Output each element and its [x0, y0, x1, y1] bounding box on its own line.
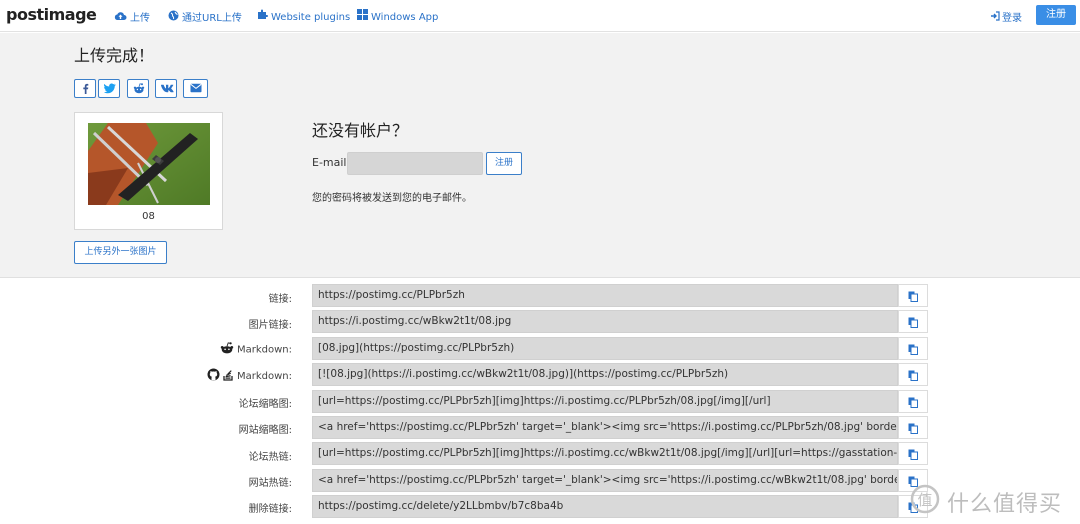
register-button[interactable]: 注册: [486, 152, 522, 175]
copy-website-thumbnail-button[interactable]: [898, 416, 928, 439]
twitter-icon: [104, 83, 116, 94]
copy-icon: [908, 291, 918, 302]
signup-button[interactable]: 注册: [1036, 5, 1076, 25]
github-icon: [207, 368, 220, 384]
markdown-reddit-label-text: Markdown:: [236, 344, 292, 356]
website-thumbnail-label: 网站缩略图:: [238, 425, 292, 436]
nav-website-plugins[interactable]: Website plugins: [257, 9, 350, 23]
copy-icon: [908, 397, 918, 408]
watermark: 值 什么值得买: [905, 484, 1075, 517]
copy-icon: [908, 423, 918, 434]
password-note: 您的密码将被发送到您的电子邮件。: [312, 193, 472, 204]
share-email-button[interactable]: [183, 79, 208, 98]
top-navbar: postimage 上传 通过URL上传 Website plugins Win…: [0, 0, 1080, 32]
copy-icon: [908, 317, 918, 328]
share-twitter-button[interactable]: [98, 79, 120, 98]
link-field[interactable]: https://postimg.cc/PLPbr5zh: [312, 284, 898, 307]
svg-text:值: 值: [917, 491, 932, 509]
watermark-text: 什么值得买: [947, 492, 1063, 517]
vk-icon: [161, 84, 174, 93]
email-label: E-mail:: [312, 156, 351, 169]
copy-forum-hotlink-button[interactable]: [898, 442, 928, 465]
markdown-github-field[interactable]: [![08.jpg](https://i.postimg.cc/wBkw2t1t…: [312, 363, 898, 386]
windows-icon: [357, 9, 368, 23]
copy-icon: [908, 370, 918, 381]
nav-windows-app[interactable]: Windows App: [357, 9, 438, 23]
share-reddit-button[interactable]: [127, 79, 149, 98]
login-label: 登录: [1002, 13, 1022, 24]
thumbnail-filename: 08: [142, 211, 155, 222]
puzzle-icon: [257, 9, 268, 23]
nav-upload[interactable]: 上传: [114, 9, 150, 24]
website-hotlink-label: 网站热链:: [248, 478, 292, 489]
delete-link-field[interactable]: https://postimg.cc/delete/y2LLbmbv/b7c8b…: [312, 495, 898, 518]
forum-thumbnail-label: 论坛缩略图:: [238, 399, 292, 410]
image-link-field[interactable]: https://i.postimg.cc/wBkw2t1t/08.jpg: [312, 310, 898, 333]
website-hotlink-field[interactable]: <a href='https://postimg.cc/PLPbr5zh' ta…: [312, 469, 898, 492]
no-account-heading: 还没有帐户？: [312, 121, 409, 140]
copy-icon: [908, 449, 918, 460]
copy-forum-thumbnail-button[interactable]: [898, 390, 928, 413]
nav-url-upload[interactable]: 通过URL上传: [168, 9, 242, 24]
markdown-reddit-field[interactable]: [08.jpg](https://postimg.cc/PLPbr5zh): [312, 337, 898, 360]
copy-icon: [908, 344, 918, 355]
watermark-logo-icon: 值: [910, 484, 940, 514]
uploaded-image-thumbnail[interactable]: [88, 123, 210, 205]
nav-website-plugins-label: Website plugins: [271, 12, 351, 23]
link-label: 链接:: [268, 294, 292, 305]
delete-link-label: 删除链接:: [248, 504, 292, 515]
share-facebook-button[interactable]: [74, 79, 96, 98]
markdown-github-label-text: Markdown:: [236, 371, 292, 382]
copy-image-link-button[interactable]: [898, 310, 928, 333]
login-link[interactable]: 登录: [990, 9, 1022, 24]
logo[interactable]: postimage: [6, 5, 97, 24]
forum-hotlink-label: 论坛热链:: [248, 452, 292, 463]
reddit-icon: [133, 83, 145, 94]
facebook-icon: [83, 83, 89, 94]
markdown-github-label: Markdown:: [207, 368, 292, 384]
email-field[interactable]: [347, 152, 483, 175]
forum-thumbnail-field[interactable]: [url=https://postimg.cc/PLPbr5zh][img]ht…: [312, 390, 898, 413]
upload-another-button[interactable]: 上传另外一张图片: [74, 241, 167, 264]
share-vk-button[interactable]: [155, 79, 177, 98]
nav-upload-label: 上传: [130, 13, 150, 24]
image-link-label: 图片链接:: [248, 320, 292, 331]
nav-windows-app-label: Windows App: [371, 12, 439, 23]
stack-overflow-icon: [223, 368, 234, 384]
markdown-reddit-label: Markdown:: [220, 342, 292, 357]
copy-markdown-reddit-button[interactable]: [898, 337, 928, 360]
email-icon: [190, 83, 202, 93]
thumbnail-card[interactable]: 08: [74, 112, 223, 230]
upload-complete-title: 上传完成！: [74, 46, 155, 65]
cloud-upload-icon: [114, 11, 127, 24]
website-thumbnail-field[interactable]: <a href='https://postimg.cc/PLPbr5zh' ta…: [312, 416, 898, 439]
copy-link-button[interactable]: [898, 284, 928, 307]
globe-icon: [168, 10, 179, 24]
forum-hotlink-field[interactable]: [url=https://postimg.cc/PLPbr5zh][img]ht…: [312, 442, 898, 465]
reddit-icon: [220, 342, 234, 357]
nav-url-upload-label: 通过URL上传: [182, 13, 242, 24]
sign-in-icon: [990, 11, 1000, 24]
copy-markdown-github-button[interactable]: [898, 363, 928, 386]
